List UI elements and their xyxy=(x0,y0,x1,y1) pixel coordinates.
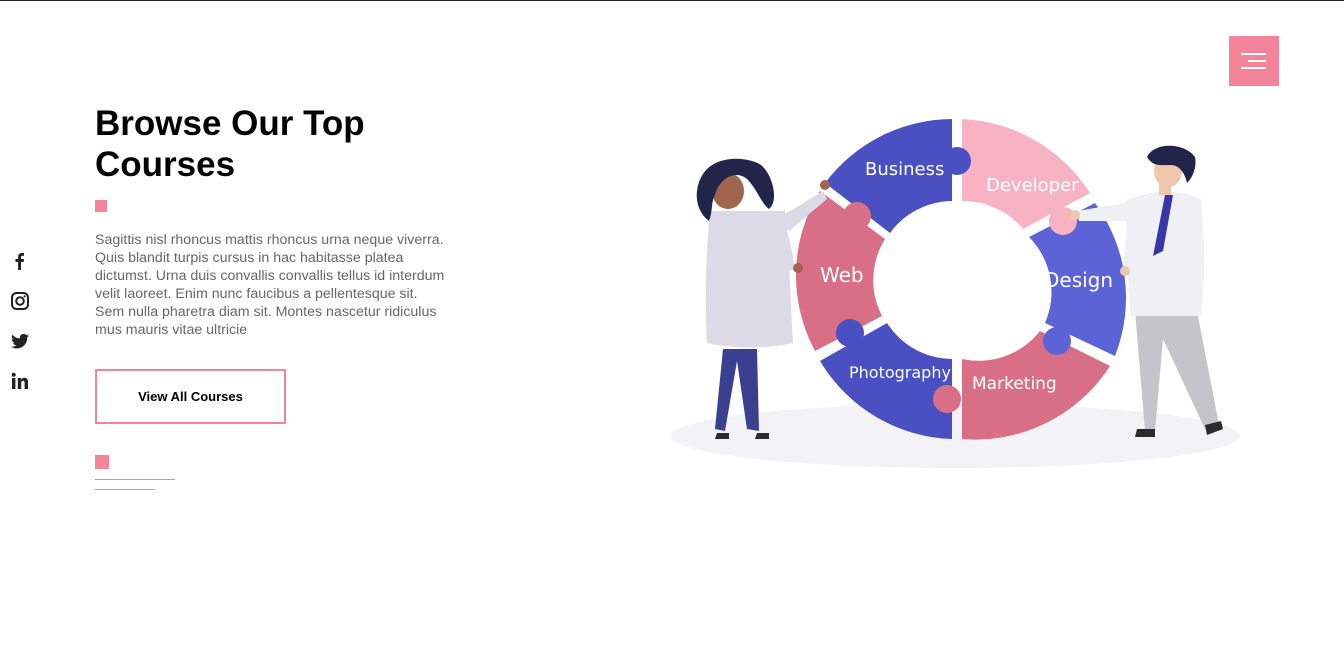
segment-label-developer: Developer xyxy=(986,175,1079,196)
segment-label-web: Web xyxy=(820,263,864,287)
segment-label-design: Design xyxy=(1044,268,1113,292)
twitter-icon[interactable] xyxy=(10,331,30,351)
title-accent-square xyxy=(95,200,107,212)
view-all-courses-button[interactable]: View All Courses xyxy=(95,369,286,424)
page: Browse Our Top Courses Sagittis nisl rho… xyxy=(0,0,1344,658)
decorative-line-short xyxy=(95,489,155,490)
menu-bar-bottom xyxy=(1241,67,1266,69)
menu-bar-middle xyxy=(1248,60,1266,62)
hamburger-menu-icon[interactable] xyxy=(1229,36,1279,86)
page-title-line2: Courses xyxy=(95,145,236,184)
facebook-icon[interactable] xyxy=(10,251,30,271)
page-title-line1: Browse Our Top xyxy=(95,104,365,143)
menu-bar-top xyxy=(1241,53,1266,55)
hero-description: Sagittis nisl rhoncus mattis rhoncus urn… xyxy=(95,232,445,338)
social-links xyxy=(10,251,32,411)
page-title: Browse Our Top Courses xyxy=(95,103,455,185)
bottom-accent-square xyxy=(95,455,109,469)
segment-label-photography: Photography xyxy=(849,363,951,382)
courses-puzzle-illustration: Business Developer Design Marketing Phot… xyxy=(670,119,1240,468)
segment-label-marketing: Marketing xyxy=(972,374,1057,394)
instagram-icon[interactable] xyxy=(10,291,30,311)
linkedin-icon[interactable] xyxy=(10,371,30,391)
decorative-line-long xyxy=(95,479,175,480)
puzzle-ring: Business Developer Design Marketing Phot… xyxy=(795,119,1127,440)
segment-label-business: Business xyxy=(865,159,944,180)
